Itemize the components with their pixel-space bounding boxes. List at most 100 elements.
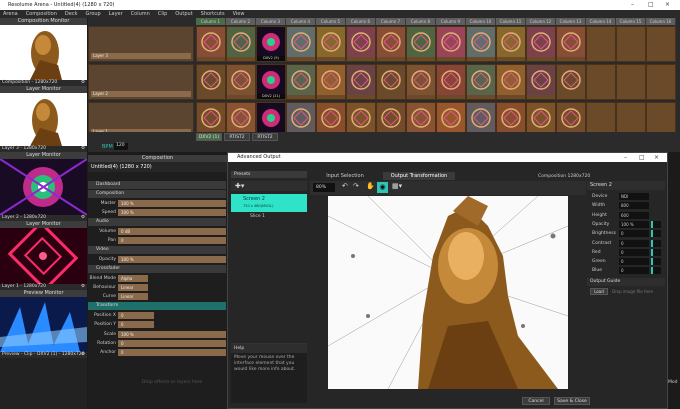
- column-header[interactable]: Column 12: [526, 18, 556, 25]
- menu-layer[interactable]: Layer: [109, 11, 123, 17]
- gear-icon[interactable]: ⚙: [81, 352, 85, 358]
- column-header[interactable]: Column 16: [646, 18, 676, 25]
- clip-cell[interactable]: [646, 26, 676, 62]
- clip-cell[interactable]: [526, 64, 556, 100]
- add-screen-icon[interactable]: ✚▾: [231, 181, 307, 191]
- tab-output-transformation[interactable]: Output Transformation: [383, 172, 455, 180]
- clip-cell[interactable]: [436, 26, 466, 62]
- gear-icon[interactable]: ⚙: [81, 215, 85, 221]
- column-header[interactable]: Column 13: [556, 18, 586, 25]
- clip-cell[interactable]: [616, 26, 646, 62]
- close-button[interactable]: ×: [665, 1, 670, 8]
- section-transform[interactable]: Transform: [88, 302, 226, 310]
- output-canvas[interactable]: [328, 196, 568, 389]
- preview-view[interactable]: [0, 297, 87, 352]
- menu-clip[interactable]: Clip: [158, 11, 167, 17]
- output-prop-value[interactable]: 0: [619, 230, 649, 238]
- presets-select[interactable]: Presets: [231, 171, 307, 178]
- clip-cell[interactable]: [196, 26, 226, 62]
- clip-cell[interactable]: [286, 26, 316, 62]
- output-prop-slider[interactable]: [651, 239, 661, 247]
- clip-cell[interactable]: DXV2 (21): [256, 64, 286, 100]
- eye-icon[interactable]: ◉: [377, 182, 388, 193]
- clip-cell[interactable]: [496, 64, 526, 100]
- layer3-view[interactable]: [0, 93, 87, 146]
- clip-cell[interactable]: [586, 26, 616, 62]
- column-header[interactable]: Column 2: [226, 18, 256, 25]
- column-header[interactable]: Column 6: [346, 18, 376, 25]
- bpm-value[interactable]: 120: [114, 143, 128, 150]
- clip-cell[interactable]: [316, 64, 346, 100]
- column-header[interactable]: Column 7: [376, 18, 406, 25]
- column-header[interactable]: Column 10: [466, 18, 496, 25]
- minimize-button[interactable]: –: [631, 1, 634, 8]
- column-header[interactable]: Column 15: [616, 18, 646, 25]
- deck-tab-1[interactable]: DXV2 (1): [196, 133, 222, 141]
- clip-cell[interactable]: DXV2 (9): [256, 26, 286, 62]
- clip-cell[interactable]: [526, 26, 556, 62]
- column-header[interactable]: Column 14: [586, 18, 616, 25]
- clip-cell[interactable]: [226, 64, 256, 100]
- grid-icon[interactable]: ▦▾: [392, 182, 402, 190]
- clip-cell[interactable]: [346, 64, 376, 100]
- load-guide-button[interactable]: Load: [590, 288, 608, 295]
- column-header[interactable]: Column 5: [316, 18, 346, 25]
- column-header[interactable]: Column 1: [196, 18, 226, 25]
- clip-cell[interactable]: [466, 64, 496, 100]
- menu-column[interactable]: Column: [131, 11, 150, 17]
- layer2-view[interactable]: [0, 159, 87, 215]
- layer-name[interactable]: Layer 3: [91, 53, 191, 59]
- column-header[interactable]: Column 9: [436, 18, 466, 25]
- output-prop-value[interactable]: 0: [619, 239, 649, 247]
- clip-cell[interactable]: [376, 26, 406, 62]
- gear-icon[interactable]: ⚙: [81, 146, 85, 152]
- output-prop-value[interactable]: 600: [619, 211, 649, 219]
- layer-controls[interactable]: Layer 3: [88, 26, 194, 62]
- screen-2-item[interactable]: Screen 2 720 x 480(MVOL): [231, 194, 307, 212]
- composition-monitor-view[interactable]: [0, 25, 87, 80]
- slice-1-item[interactable]: Slice 1: [242, 213, 307, 220]
- section-video[interactable]: Video: [88, 246, 226, 254]
- output-prop-slider[interactable]: [651, 248, 661, 256]
- minimize-icon[interactable]: –: [624, 154, 627, 161]
- clip-cell[interactable]: [286, 64, 316, 100]
- clip-cell[interactable]: [616, 64, 646, 100]
- column-header[interactable]: Column 3: [256, 18, 286, 25]
- menu-composition[interactable]: Composition: [26, 11, 57, 17]
- clip-cell[interactable]: [466, 26, 496, 62]
- section-composition[interactable]: Composition: [88, 190, 226, 198]
- output-prop-slider[interactable]: [651, 230, 661, 238]
- column-header[interactable]: Column 4: [286, 18, 316, 25]
- clip-cell[interactable]: [316, 26, 346, 62]
- cancel-button[interactable]: Cancel: [522, 397, 550, 405]
- output-prop-value[interactable]: 100 %: [619, 220, 649, 228]
- column-header[interactable]: Column 8: [406, 18, 436, 25]
- tab-input-selection[interactable]: Input Selection: [310, 172, 380, 180]
- output-prop-value[interactable]: 800: [619, 202, 649, 210]
- clip-cell[interactable]: [226, 26, 256, 62]
- output-prop-value[interactable]: 0: [619, 248, 649, 256]
- layer-name[interactable]: Layer 2: [91, 91, 191, 97]
- clip-cell[interactable]: [436, 64, 466, 100]
- maximize-button[interactable]: □: [648, 1, 654, 8]
- clip-cell[interactable]: [376, 64, 406, 100]
- output-prop-value[interactable]: NDI: [619, 193, 649, 200]
- clip-cell[interactable]: [586, 64, 616, 100]
- save-close-button[interactable]: Save & Close: [554, 397, 590, 405]
- close-icon[interactable]: ×: [654, 154, 659, 161]
- gear-icon[interactable]: ⚙: [81, 80, 85, 86]
- hand-icon[interactable]: ✋: [366, 182, 375, 190]
- clip-cell[interactable]: [556, 64, 586, 100]
- output-prop-slider[interactable]: [651, 258, 661, 266]
- menu-arena[interactable]: Arena: [3, 11, 18, 17]
- clip-cell[interactable]: [556, 26, 586, 62]
- column-header[interactable]: Column 11: [496, 18, 526, 25]
- deck-tab-3[interactable]: RTIST2: [252, 133, 278, 141]
- menu-view[interactable]: View: [233, 11, 245, 17]
- clip-cell[interactable]: [406, 64, 436, 100]
- menu-output[interactable]: Output: [175, 11, 192, 17]
- layer-controls[interactable]: Layer 2: [88, 64, 194, 100]
- output-prop-value[interactable]: 0: [619, 267, 649, 275]
- clip-cell[interactable]: [196, 64, 226, 100]
- section-crossfader[interactable]: Crossfader: [88, 265, 226, 273]
